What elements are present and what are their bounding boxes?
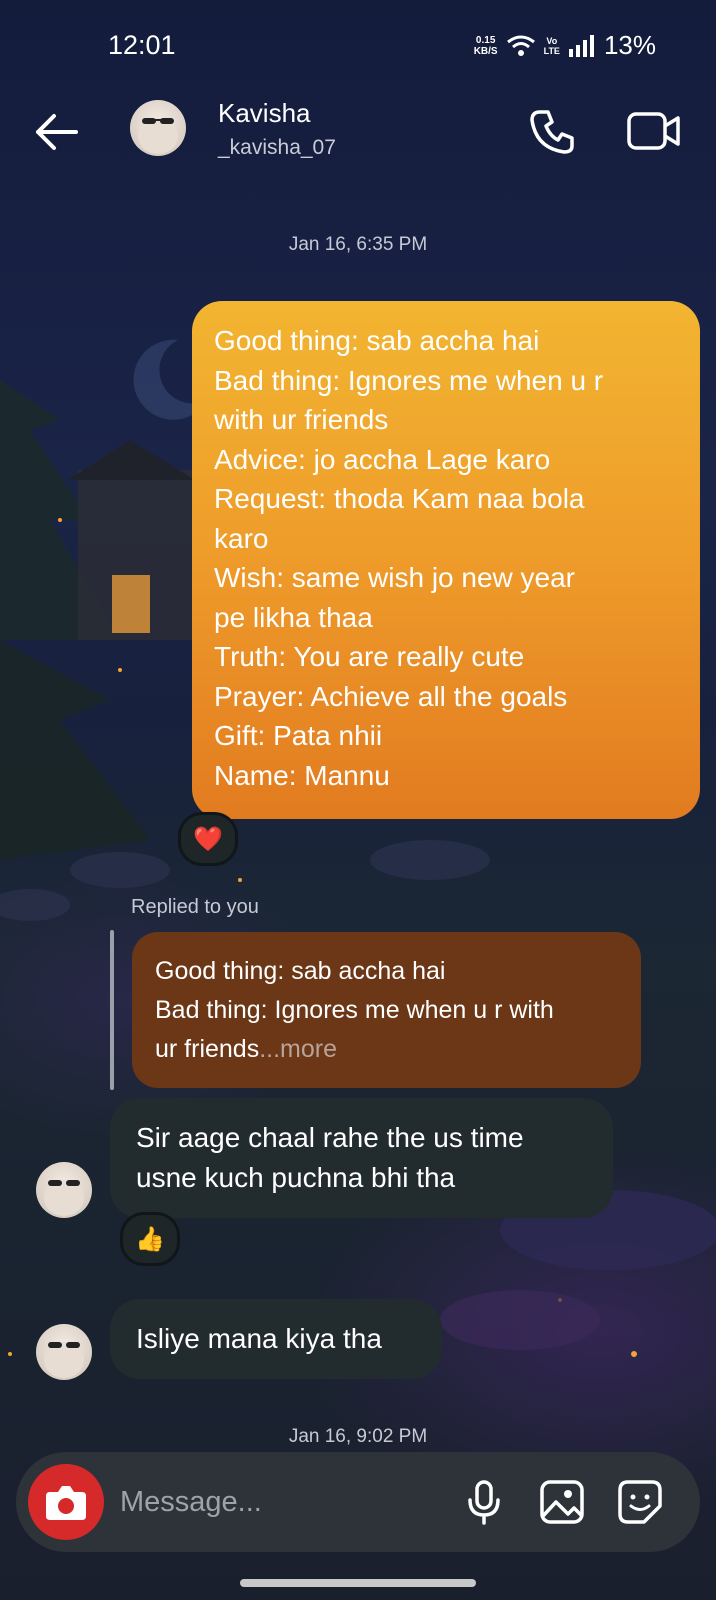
contact-avatar-small[interactable] (36, 1324, 92, 1380)
status-icons: 0.15 KB/S Vo LTE 13% (474, 30, 656, 61)
thumbs-up-reaction[interactable]: 👍 (120, 1212, 180, 1266)
network-speed-value: 0.15 (475, 34, 496, 46)
quote-line: ur friends (155, 1035, 260, 1063)
signal-icon (568, 34, 594, 57)
chat-header: Kavisha _kavisha_07 (0, 90, 716, 180)
camera-icon (46, 1486, 86, 1520)
message-line: Name: Mannu (214, 759, 390, 791)
volte-indicator: Vo LTE (544, 36, 560, 56)
message-line: Prayer: Achieve all the goals (214, 680, 568, 712)
network-speed: 0.15 KB/S (474, 35, 498, 57)
replied-label: Replied to you (131, 896, 259, 918)
message-line: Bad thing: Ignores me when u r (214, 364, 604, 396)
message-timestamp: Jan 16, 6:35 PM (288, 234, 428, 255)
volte-bottom: LTE (543, 45, 560, 56)
microphone-icon[interactable] (460, 1478, 508, 1526)
message-line: Gift: Pata nhii (214, 720, 383, 751)
message-line: Sir aage chaal rahe the us time (136, 1122, 524, 1153)
cat-avatar-image (44, 1342, 84, 1378)
message-timestamp: Jan 16, 9:02 PM (288, 1426, 428, 1447)
contact-avatar[interactable] (130, 100, 186, 156)
message-line: usne kuch puchna bhi tha (136, 1161, 456, 1193)
tree-silhouette (0, 640, 150, 860)
message-line: pe likha thaa (214, 601, 373, 633)
more-link[interactable]: ...more (259, 1035, 337, 1063)
message-line: Isliye mana kiya tha (136, 1323, 382, 1354)
volte-top: Vo (546, 35, 558, 46)
cat-avatar-image (44, 1180, 84, 1216)
message-line: with ur friends (214, 404, 389, 435)
quote-line: Good thing: sab accha hai (155, 957, 446, 985)
status-time: 12:01 (108, 30, 176, 60)
mushroom-cap (370, 840, 490, 880)
status-bar: 12:01 0.15 KB/S Vo LTE 13% (0, 0, 716, 86)
home-indicator[interactable] (240, 1579, 476, 1587)
contact-username[interactable]: _kavisha_07 (218, 136, 336, 160)
battery-percent: 13% (603, 30, 656, 60)
mushroom-cap (440, 1290, 600, 1350)
back-arrow-icon[interactable] (30, 108, 82, 156)
quote-line: Bad thing: Ignores me when u r with (155, 996, 554, 1024)
house-window (112, 575, 150, 633)
reply-indicator-bar (110, 930, 114, 1090)
contact-name[interactable]: Kavisha (218, 98, 311, 129)
camera-button[interactable] (28, 1464, 104, 1540)
gallery-icon[interactable] (538, 1478, 586, 1526)
message-line: Request: thoda Kam naa bola (214, 483, 585, 514)
house-roof (68, 440, 195, 480)
sent-message-bubble[interactable]: Good thing: sab accha hai Bad thing: Ign… (192, 301, 700, 819)
network-speed-unit: KB/S (473, 45, 498, 57)
message-composer (16, 1452, 700, 1552)
mushroom-cap (0, 889, 70, 921)
message-line: karo (214, 522, 269, 554)
message-line: Advice: jo accha Lage karo (214, 443, 551, 475)
reply-quote-bubble[interactable]: Good thing: sab accha hai Bad thing: Ign… (132, 932, 641, 1088)
message-line: Good thing: sab accha hai (214, 325, 540, 356)
received-message-bubble[interactable]: Sir aage chaal rahe the us time usne kuc… (110, 1098, 613, 1218)
message-input[interactable] (120, 1482, 420, 1522)
mushroom-cap (70, 852, 170, 888)
received-message-bubble[interactable]: Isliye mana kiya tha (110, 1299, 442, 1379)
message-line: Truth: You are really cute (214, 641, 525, 672)
wifi-icon (506, 35, 535, 56)
sticker-icon[interactable] (616, 1478, 664, 1526)
phone-icon[interactable] (528, 106, 578, 156)
heart-reaction[interactable]: ❤️ (178, 812, 238, 866)
message-line: Wish: same wish jo new year (214, 562, 576, 593)
contact-avatar-small[interactable] (36, 1162, 92, 1218)
video-camera-icon[interactable] (626, 106, 682, 156)
cat-avatar-image (138, 118, 178, 154)
